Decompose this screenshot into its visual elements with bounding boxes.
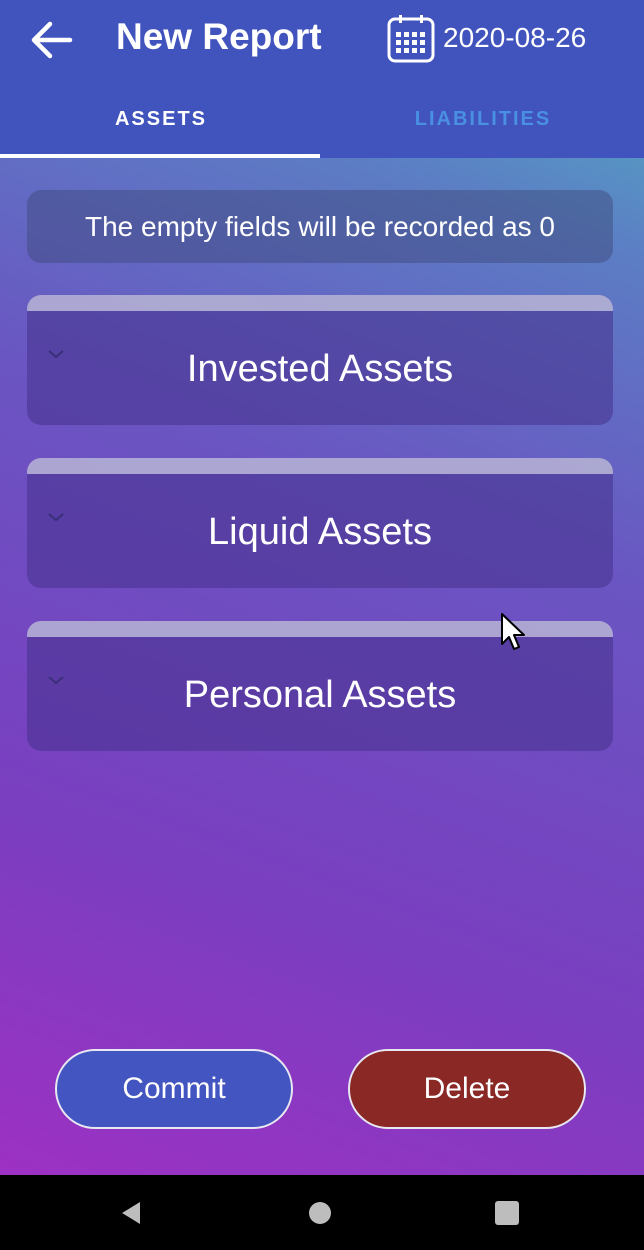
section-liquid-assets[interactable]: Liquid Assets	[27, 458, 613, 588]
commit-button[interactable]: Commit	[55, 1049, 293, 1129]
nav-home-icon[interactable]	[309, 1202, 331, 1224]
page-title: New Report	[116, 16, 322, 57]
section-label: Liquid Assets	[208, 511, 432, 553]
delete-button[interactable]: Delete	[348, 1049, 586, 1129]
calendar-icon[interactable]	[386, 14, 436, 64]
section-label: Invested Assets	[186, 348, 454, 390]
back-arrow-icon[interactable]	[28, 18, 76, 62]
section-invested-assets[interactable]: Invested Assets	[27, 295, 613, 425]
mouse-pointer-icon	[501, 613, 525, 650]
nav-back-icon[interactable]	[118, 1200, 144, 1226]
nav-recents-icon[interactable]	[495, 1201, 519, 1225]
tab-assets[interactable]: ASSETS	[0, 108, 322, 134]
report-date[interactable]: 2020-08-26	[443, 22, 586, 54]
section-label: Personal Assets	[183, 674, 457, 716]
tab-liabilities[interactable]: LIABILITIES	[322, 108, 644, 134]
panel-top-strip	[27, 458, 613, 474]
active-tab-indicator	[0, 154, 320, 158]
empty-fields-notice: The empty fields will be recorded as 0	[27, 190, 613, 263]
panel-top-strip	[27, 295, 613, 311]
